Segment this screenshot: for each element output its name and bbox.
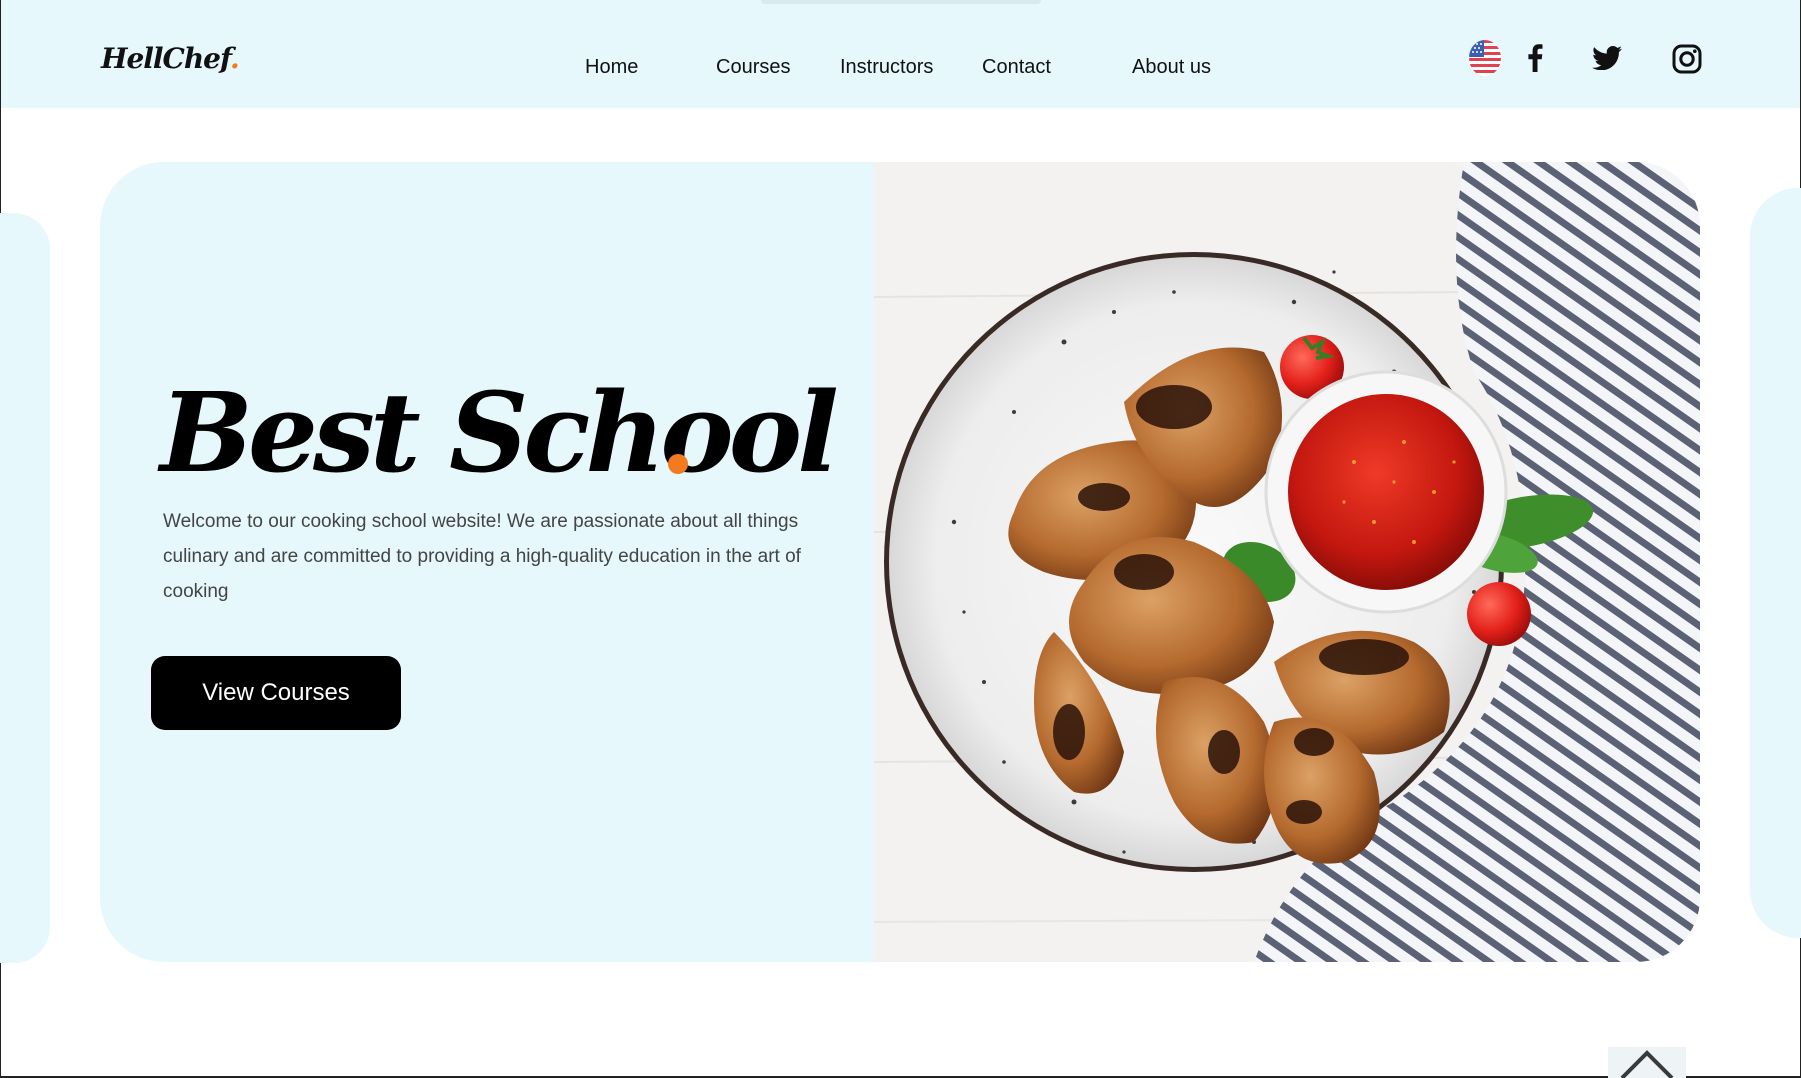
nav-about-us[interactable]: About us [1132, 56, 1211, 79]
us-flag-icon[interactable] [1469, 40, 1501, 76]
hero-description: Welcome to our cooking school website! W… [163, 511, 801, 602]
hero-card: Best School Welcome to our cooking schoo… [100, 162, 1700, 962]
hero-title: Best School [160, 368, 839, 497]
scroll-to-top-button[interactable] [1608, 1047, 1686, 1078]
previous-slide-card[interactable] [0, 213, 50, 963]
nav-courses[interactable]: Courses [716, 56, 790, 79]
nav-home[interactable]: Home [585, 56, 638, 79]
nav-instructors[interactable]: Instructors [840, 56, 933, 79]
nav-contact[interactable]: Contact [982, 56, 1051, 79]
hero-title-dot [668, 454, 688, 474]
logo-dot: . [230, 42, 240, 75]
next-slide-card[interactable] [1750, 188, 1801, 938]
logo-text: HellChef [101, 42, 231, 75]
site-logo[interactable]: HellChef. [101, 42, 240, 75]
site-header: HellChef. Home Courses Instructors Conta… [1, 0, 1800, 108]
view-courses-label: View Courses [202, 679, 350, 706]
header-shadow [761, 0, 1041, 4]
facebook-icon[interactable] [1527, 44, 1543, 77]
twitter-icon[interactable] [1592, 46, 1622, 75]
view-courses-button[interactable]: View Courses [151, 656, 401, 730]
hero-food-image [874, 162, 1700, 962]
chevron-up-icon [1620, 1050, 1674, 1078]
instagram-icon[interactable] [1672, 44, 1702, 79]
